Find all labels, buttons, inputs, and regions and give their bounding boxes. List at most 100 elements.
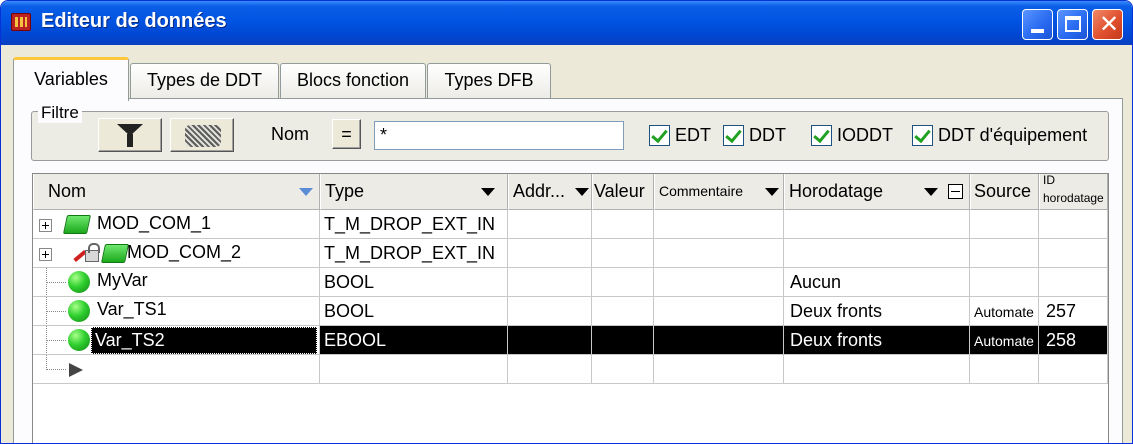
- table-row-selected[interactable]: Var_TS2 EBOOL Deux fronts Automate 258: [33, 326, 1108, 355]
- address-cell[interactable]: [508, 297, 592, 326]
- comment-cell[interactable]: [654, 355, 784, 384]
- maximize-button[interactable]: [1057, 9, 1088, 40]
- type-cell[interactable]: [320, 355, 508, 384]
- apply-filter-button[interactable]: [98, 118, 162, 152]
- maximize-icon: [1065, 16, 1081, 32]
- value-cell[interactable]: [592, 210, 654, 239]
- column-header-address[interactable]: Addr...: [508, 174, 592, 210]
- tab-variables[interactable]: Variables: [13, 57, 129, 101]
- expand-icon[interactable]: [39, 219, 52, 232]
- column-header-label: horodatage: [1043, 191, 1104, 205]
- variable-name: Var_TS1: [97, 299, 167, 319]
- table-row[interactable]: MOD_COM_1 T_M_DROP_EXT_IN: [33, 210, 1108, 239]
- timestamping-cell[interactable]: Deux fronts: [784, 326, 970, 355]
- value-cell[interactable]: [592, 297, 654, 326]
- comment-cell[interactable]: [654, 268, 784, 297]
- tab-function-blocks[interactable]: Blocs fonction: [280, 63, 426, 99]
- type-cell[interactable]: BOOL: [320, 268, 508, 297]
- name-cell[interactable]: MOD_COM_2: [33, 239, 320, 268]
- type-cell[interactable]: EBOOL: [320, 326, 508, 355]
- timestamping-cell[interactable]: Deux fronts: [784, 297, 970, 326]
- type-cell[interactable]: T_M_DROP_EXT_IN: [320, 239, 508, 268]
- value-cell[interactable]: [592, 326, 654, 355]
- name-cell[interactable]: MOD_COM_1: [33, 210, 320, 239]
- collapse-columns-icon[interactable]: [948, 184, 963, 199]
- timestamping-cell[interactable]: [784, 210, 970, 239]
- comment-cell[interactable]: [654, 326, 784, 355]
- value-cell[interactable]: [592, 239, 654, 268]
- comment-cell[interactable]: [654, 297, 784, 326]
- table-row[interactable]: MOD_COM_2 T_M_DROP_EXT_IN: [33, 239, 1108, 268]
- dropdown-arrow-icon[interactable]: [575, 188, 589, 196]
- type-cell[interactable]: T_M_DROP_EXT_IN: [320, 210, 508, 239]
- variable-type: EBOOL: [324, 330, 387, 350]
- source-cell[interactable]: Automate: [970, 297, 1039, 326]
- column-header-timestamp-id[interactable]: ID horodatage: [1039, 174, 1108, 210]
- checkbox-checked-icon[interactable]: [723, 125, 744, 146]
- sort-dropdown-icon[interactable]: [299, 188, 313, 196]
- column-header-timestamping[interactable]: Horodatage: [784, 174, 970, 210]
- source-cell[interactable]: [970, 210, 1039, 239]
- comment-cell[interactable]: [654, 210, 784, 239]
- ddt-icon: [62, 215, 92, 234]
- type-cell[interactable]: BOOL: [320, 297, 508, 326]
- address-cell[interactable]: [508, 355, 592, 384]
- filter-settings-button[interactable]: [170, 118, 234, 152]
- checkbox-checked-icon[interactable]: [912, 125, 933, 146]
- tree-connector: [46, 340, 66, 341]
- column-header-value[interactable]: Valeur: [592, 174, 654, 210]
- source-cell[interactable]: [970, 355, 1039, 384]
- title-bar[interactable]: Editeur de données ✕: [1, 1, 1132, 45]
- source-cell[interactable]: [970, 239, 1039, 268]
- address-cell[interactable]: [508, 239, 592, 268]
- minimize-icon: [1031, 29, 1044, 33]
- timestamp-id-cell[interactable]: [1039, 210, 1108, 239]
- tab-ddt-types[interactable]: Types de DDT: [130, 63, 279, 99]
- timestamp-id-cell[interactable]: 257: [1039, 297, 1108, 326]
- variable-name[interactable]: Var_TS2: [91, 327, 317, 354]
- filter-equals-button[interactable]: =: [332, 119, 361, 149]
- timestamp-id-cell[interactable]: [1039, 268, 1108, 297]
- close-button[interactable]: ✕: [1092, 9, 1123, 40]
- timestamp-id-cell[interactable]: [1039, 239, 1108, 268]
- checkbox-label: DDT d'équipement: [938, 125, 1088, 145]
- tab-dfb-types[interactable]: Types DFB: [427, 63, 551, 99]
- column-header-label: Valeur: [594, 181, 645, 201]
- dropdown-arrow-icon[interactable]: [765, 188, 779, 196]
- timestamp-id-value: 258: [1046, 330, 1077, 350]
- timestamping-cell[interactable]: Aucun: [784, 268, 970, 297]
- table-row[interactable]: MyVar BOOL Aucun: [33, 268, 1108, 297]
- new-entry-arrow-icon: [69, 363, 83, 377]
- expand-icon[interactable]: [39, 248, 52, 261]
- source-cell[interactable]: [970, 268, 1039, 297]
- variable-type: BOOL: [324, 272, 375, 292]
- dropdown-arrow-icon[interactable]: [924, 188, 938, 196]
- name-cell[interactable]: [33, 355, 320, 384]
- filter-group-label: Filtre: [38, 103, 82, 123]
- value-cell[interactable]: [592, 268, 654, 297]
- column-header-name[interactable]: Nom: [33, 174, 320, 210]
- column-header-source[interactable]: Source: [970, 174, 1039, 210]
- checkbox-checked-icon[interactable]: [649, 125, 670, 146]
- table-row[interactable]: Var_TS1 BOOL Deux fronts Automate 257: [33, 297, 1108, 326]
- address-cell[interactable]: [508, 326, 592, 355]
- filter-name-input[interactable]: [374, 121, 624, 150]
- timestamp-id-cell[interactable]: 258: [1039, 326, 1108, 355]
- address-cell[interactable]: [508, 210, 592, 239]
- address-cell[interactable]: [508, 268, 592, 297]
- name-cell[interactable]: MyVar: [33, 268, 320, 297]
- checkbox-checked-icon[interactable]: [811, 125, 832, 146]
- comment-cell[interactable]: [654, 239, 784, 268]
- dropdown-arrow-icon[interactable]: [481, 188, 495, 196]
- source-cell[interactable]: Automate: [970, 326, 1039, 355]
- column-header-comment[interactable]: Commentaire: [654, 174, 784, 210]
- timestamping-cell[interactable]: [784, 355, 970, 384]
- timestamping-cell[interactable]: [784, 239, 970, 268]
- value-cell[interactable]: [592, 355, 654, 384]
- timestamp-id-cell[interactable]: [1039, 355, 1108, 384]
- name-cell[interactable]: Var_TS2: [33, 326, 320, 355]
- name-cell[interactable]: Var_TS1: [33, 297, 320, 326]
- minimize-button[interactable]: [1022, 9, 1053, 40]
- column-header-type[interactable]: Type: [320, 174, 508, 210]
- new-variable-row[interactable]: [33, 355, 1108, 384]
